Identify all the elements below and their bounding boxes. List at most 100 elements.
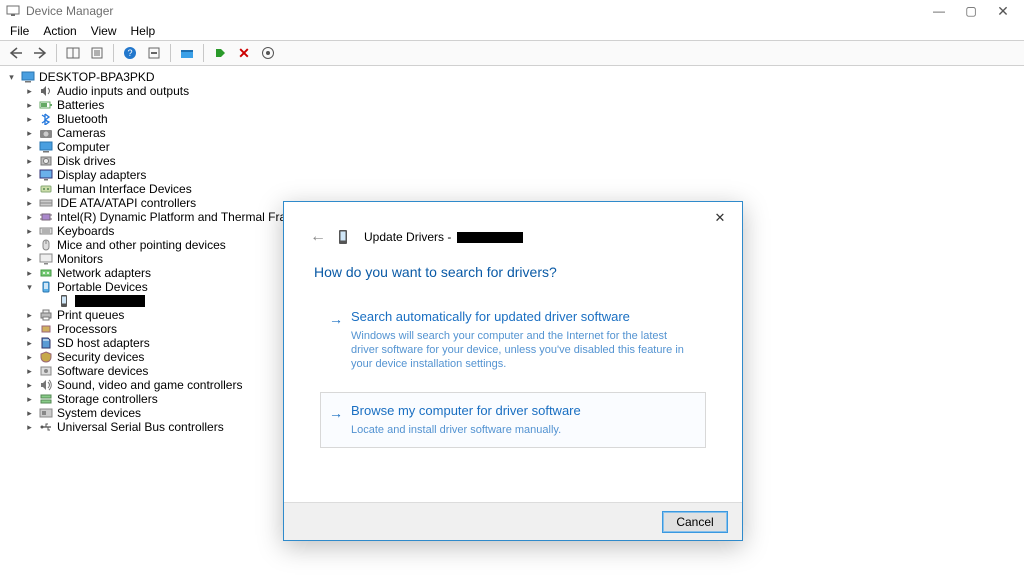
tree-child-label-redacted bbox=[75, 295, 145, 307]
disk-icon bbox=[39, 155, 53, 168]
expand-icon[interactable]: ▸ bbox=[24, 268, 35, 279]
toolbar-action-button[interactable] bbox=[144, 43, 164, 63]
arrow-right-icon: → bbox=[329, 309, 343, 327]
tree-item-label: Security devices bbox=[57, 350, 144, 364]
collapse-icon[interactable]: ▾ bbox=[24, 282, 35, 293]
expand-icon[interactable]: ▸ bbox=[24, 408, 35, 419]
tree-item-label: Storage controllers bbox=[57, 392, 158, 406]
keyboard-icon bbox=[39, 225, 53, 238]
collapse-icon[interactable]: ▾ bbox=[6, 72, 17, 83]
menu-file[interactable]: File bbox=[10, 24, 29, 38]
option-search-automatic-title: Search automatically for updated driver … bbox=[351, 309, 630, 325]
tree-item-label: Monitors bbox=[57, 252, 103, 266]
tree-item-label: SD host adapters bbox=[57, 336, 150, 350]
security-icon bbox=[39, 351, 53, 364]
window-maximize-button[interactable]: ▢ bbox=[964, 4, 978, 18]
option-browse-computer-desc: Locate and install driver software manua… bbox=[329, 421, 695, 437]
dialog-close-button[interactable]: ✕ bbox=[706, 208, 734, 228]
menu-action[interactable]: Action bbox=[43, 24, 76, 38]
svg-text:?: ? bbox=[127, 48, 132, 58]
tree-item-label: System devices bbox=[57, 406, 141, 420]
expand-icon[interactable]: ▸ bbox=[24, 240, 35, 251]
dialog-title-prefix: Update Drivers - bbox=[364, 230, 451, 244]
portable-icon bbox=[39, 281, 53, 294]
expand-icon[interactable]: ▸ bbox=[24, 254, 35, 265]
tree-item-label: Sound, video and game controllers bbox=[57, 378, 242, 392]
tree-item-label: Network adapters bbox=[57, 266, 151, 280]
printer-icon bbox=[39, 309, 53, 322]
tree-item-label: Processors bbox=[57, 322, 117, 336]
tree-item[interactable]: ▸Audio inputs and outputs bbox=[24, 84, 1024, 98]
tree-root[interactable]: ▾ DESKTOP-BPA3PKD bbox=[6, 70, 1024, 84]
tree-item[interactable]: ▸Batteries bbox=[24, 98, 1024, 112]
leaf-spacer bbox=[42, 296, 53, 307]
tree-item-label: Mice and other pointing devices bbox=[57, 238, 226, 252]
battery-icon bbox=[39, 99, 53, 112]
toolbar: ? ✕ bbox=[0, 40, 1024, 66]
window-close-button[interactable]: ✕ bbox=[996, 3, 1010, 20]
sd-icon bbox=[39, 337, 53, 350]
tree-item-label: Human Interface Devices bbox=[57, 182, 192, 196]
menu-view[interactable]: View bbox=[91, 24, 117, 38]
expand-icon[interactable]: ▸ bbox=[24, 128, 35, 139]
option-browse-computer[interactable]: → Browse my computer for driver software… bbox=[320, 392, 706, 448]
tree-item[interactable]: ▸Disk drives bbox=[24, 154, 1024, 168]
storage-icon bbox=[39, 393, 53, 406]
bluetooth-icon bbox=[39, 113, 53, 126]
expand-icon[interactable]: ▸ bbox=[24, 394, 35, 405]
toolbar-help-button[interactable]: ? bbox=[120, 43, 140, 63]
cancel-button[interactable]: Cancel bbox=[662, 511, 728, 533]
tree-item[interactable]: ▸Computer bbox=[24, 140, 1024, 154]
expand-icon[interactable]: ▸ bbox=[24, 114, 35, 125]
expand-icon[interactable]: ▸ bbox=[24, 212, 35, 223]
expand-icon[interactable]: ▸ bbox=[24, 352, 35, 363]
toolbar-properties-button[interactable] bbox=[87, 43, 107, 63]
device-icon bbox=[338, 229, 352, 245]
expand-icon[interactable]: ▸ bbox=[24, 338, 35, 349]
mouse-icon bbox=[39, 239, 53, 252]
expand-icon[interactable]: ▸ bbox=[24, 366, 35, 377]
tree-item[interactable]: ▸Bluetooth bbox=[24, 112, 1024, 126]
menu-help[interactable]: Help bbox=[131, 24, 156, 38]
expand-icon[interactable]: ▸ bbox=[24, 310, 35, 321]
camera-icon bbox=[39, 127, 53, 140]
tree-item[interactable]: ▸ Display adapters bbox=[24, 168, 1024, 182]
option-search-automatic[interactable]: → Search automatically for updated drive… bbox=[320, 298, 706, 382]
tree-item-label: Display adapters bbox=[57, 168, 146, 182]
tree-item-label: IDE ATA/ATAPI controllers bbox=[57, 196, 196, 210]
window-minimize-button[interactable]: — bbox=[932, 4, 946, 18]
expand-icon[interactable]: ▸ bbox=[24, 184, 35, 195]
tree-item-label: Cameras bbox=[57, 126, 106, 140]
usb-icon bbox=[39, 421, 53, 434]
toolbar-back-button[interactable] bbox=[6, 43, 26, 63]
menu-bar: File Action View Help bbox=[0, 22, 1024, 40]
display-icon bbox=[39, 169, 53, 182]
expand-icon[interactable]: ▸ bbox=[24, 380, 35, 391]
toolbar-update-driver-button[interactable] bbox=[177, 43, 197, 63]
expand-icon[interactable]: ▸ bbox=[24, 170, 35, 181]
expand-icon[interactable]: ▸ bbox=[24, 198, 35, 209]
expand-icon[interactable]: ▸ bbox=[24, 422, 35, 433]
expand-icon[interactable]: ▸ bbox=[24, 156, 35, 167]
toolbar-uninstall-button[interactable]: ✕ bbox=[234, 43, 254, 63]
toolbar-scan-button[interactable] bbox=[258, 43, 278, 63]
tree-item[interactable]: ▸ Human Interface Devices bbox=[24, 182, 1024, 196]
toolbar-forward-button[interactable] bbox=[30, 43, 50, 63]
toolbar-separator bbox=[170, 44, 171, 62]
tree-root-label: DESKTOP-BPA3PKD bbox=[39, 70, 155, 84]
monitor-icon bbox=[39, 141, 53, 154]
option-browse-computer-title: Browse my computer for driver software bbox=[351, 403, 581, 419]
expand-icon[interactable]: ▸ bbox=[24, 86, 35, 97]
toolbar-enable-button[interactable] bbox=[210, 43, 230, 63]
window-titlebar: Device Manager — ▢ ✕ bbox=[0, 0, 1024, 22]
expand-icon[interactable]: ▸ bbox=[24, 100, 35, 111]
tree-item[interactable]: ▸ Cameras bbox=[24, 126, 1024, 140]
expand-icon[interactable]: ▸ bbox=[24, 324, 35, 335]
toolbar-show-hidden-button[interactable] bbox=[63, 43, 83, 63]
cpu-icon bbox=[39, 323, 53, 336]
tree-item-label: Keyboards bbox=[57, 224, 114, 238]
expand-icon[interactable]: ▸ bbox=[24, 226, 35, 237]
hid-icon bbox=[39, 183, 53, 196]
dialog-back-button[interactable]: ← bbox=[310, 228, 326, 246]
expand-icon[interactable]: ▸ bbox=[24, 142, 35, 153]
